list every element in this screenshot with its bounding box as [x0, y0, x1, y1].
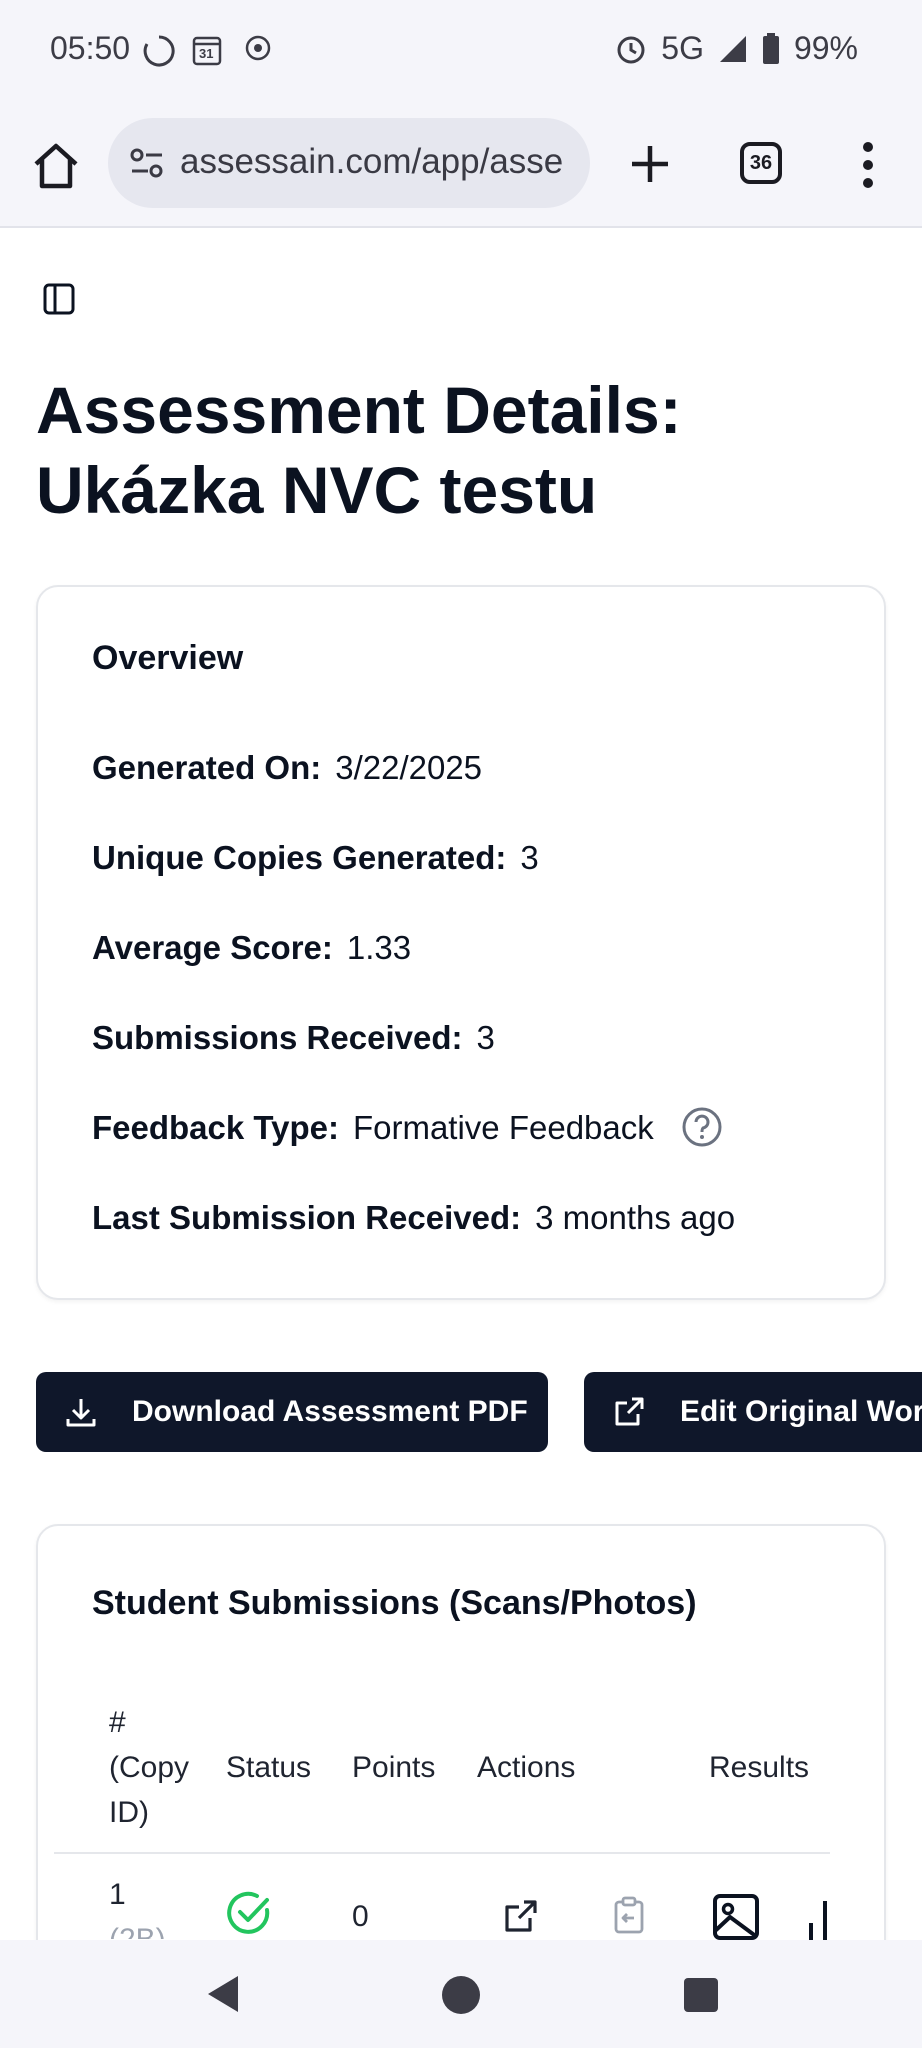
feedback-type-label: Feedback Type:: [92, 1109, 339, 1146]
tab-count: 36: [749, 151, 773, 174]
column-header-results: Results: [709, 1751, 810, 1784]
download-assessment-pdf-button[interactable]: Download Assessment PDF: [36, 1372, 548, 1452]
last-submission-label: Last Submission Received:: [92, 1199, 522, 1236]
row-index: 1: [109, 1878, 126, 1911]
average-score-label: Average Score:: [92, 929, 333, 966]
help-circle-icon[interactable]: [681, 1106, 723, 1148]
tab-switcher-button[interactable]: 36: [740, 142, 782, 184]
results-chart-icon[interactable]: [806, 1897, 830, 1941]
average-score-row: Average Score: 1.33: [92, 929, 411, 967]
column-header-copy-id-line2: (Copy: [109, 1751, 190, 1784]
home-nav-icon[interactable]: [442, 1976, 480, 2014]
status-completed-icon: [227, 1891, 270, 1934]
average-score-value: 1.33: [346, 929, 412, 966]
clipboard-copy-icon[interactable]: [612, 1896, 646, 1936]
column-header-copy-id: # (Copy ID): [109, 1700, 189, 1835]
table-divider: [54, 1852, 830, 1854]
battery-icon: [762, 32, 779, 64]
overflow-menu-icon[interactable]: [854, 140, 882, 190]
sidebar-toggle-icon[interactable]: [42, 282, 76, 316]
edit-original-worksheet-button[interactable]: Edit Original Worksheet: [584, 1372, 922, 1452]
column-header-actions: Actions: [477, 1751, 576, 1784]
address-bar[interactable]: assessain.com/app/asse: [108, 118, 590, 208]
network-type: 5G: [661, 30, 704, 66]
edit-button-label: Edit Original Worksheet: [680, 1395, 922, 1428]
generated-on-value: 3/22/2025: [335, 749, 483, 786]
submissions-received-row: Submissions Received: 3: [92, 1019, 495, 1057]
status-bar: 05:50 31 5G 99%: [0, 0, 922, 100]
generated-on-label: Generated On:: [92, 749, 322, 786]
recent-apps-icon[interactable]: [684, 1978, 718, 2012]
column-header-copy-id-line3: ID): [109, 1796, 149, 1829]
new-tab-icon[interactable]: [624, 138, 676, 190]
generated-on-row: Generated On: 3/22/2025: [92, 749, 482, 787]
status-indicators: 5G 99%: [615, 30, 858, 67]
row-copy-id: (2B): [109, 1917, 166, 1939]
signal-icon: [719, 35, 746, 62]
download-button-label: Download Assessment PDF: [132, 1395, 528, 1428]
external-link-icon: [615, 1397, 644, 1426]
loading-spinner-icon: [143, 35, 175, 67]
column-header-copy-id-line1: #: [109, 1706, 126, 1739]
overview-title: Overview: [92, 639, 244, 677]
last-submission-row: Last Submission Received: 3 months ago: [92, 1199, 735, 1237]
submissions-received-value: 3: [476, 1019, 495, 1056]
url-text[interactable]: assessain.com/app/asse: [180, 142, 576, 182]
back-icon[interactable]: [204, 1974, 240, 2014]
page-title: Assessment Details: Ukázka NVC testu: [36, 373, 682, 527]
view-image-icon[interactable]: [712, 1893, 760, 1941]
column-header-points: Points: [352, 1751, 436, 1784]
download-icon: [66, 1399, 96, 1427]
unique-copies-value: 3: [520, 839, 539, 876]
submissions-received-label: Submissions Received:: [92, 1019, 463, 1056]
submissions-title: Student Submissions (Scans/Photos): [92, 1584, 697, 1622]
home-icon[interactable]: [28, 138, 84, 194]
system-navigation-bar: [0, 1940, 922, 2048]
unique-copies-label: Unique Copies Generated:: [92, 839, 507, 876]
calendar-day: 31: [199, 46, 214, 61]
unique-copies-row: Unique Copies Generated: 3: [92, 839, 539, 877]
status-time: 05:50: [50, 30, 131, 66]
last-submission-value: 3 months ago: [535, 1199, 736, 1236]
feedback-type-row: Feedback Type: Formative Feedback: [92, 1106, 723, 1148]
alarm-icon: [617, 36, 645, 63]
feedback-type-value: Formative Feedback: [352, 1109, 654, 1146]
overview-card: Overview Generated On: 3/22/2025 Unique C…: [36, 585, 886, 1300]
browser-toolbar: assessain.com/app/asse 36: [0, 100, 922, 228]
record-icon: [245, 35, 271, 61]
site-settings-icon[interactable]: [128, 144, 166, 182]
open-submission-icon[interactable]: [503, 1898, 539, 1934]
battery-level: 99%: [793, 30, 858, 66]
row-points: 0: [352, 1900, 369, 1933]
column-header-status: Status: [226, 1751, 312, 1784]
